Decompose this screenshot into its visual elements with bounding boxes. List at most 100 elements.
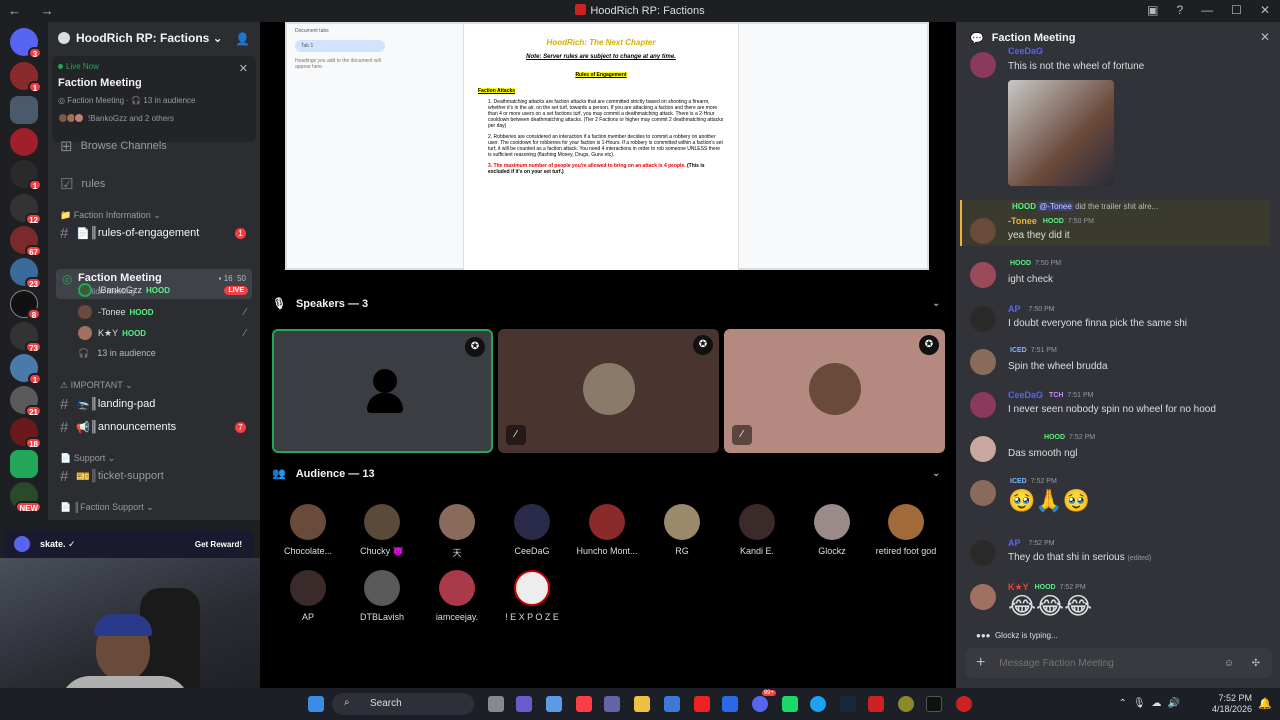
tiktok-icon[interactable]: [926, 696, 942, 712]
music-app-icon[interactable]: [576, 696, 592, 712]
speaker-tile[interactable]: ✪ ⁄: [498, 329, 719, 453]
voice-user[interactable]: -Tonee HOOD ⁄: [78, 303, 254, 321]
server-icon[interactable]: 67: [10, 226, 42, 257]
audience-member[interactable]: Kandi E.: [717, 504, 797, 556]
chevron-down-icon[interactable]: ⌄: [932, 468, 940, 479]
server-icon[interactable]: 18: [10, 418, 42, 449]
audience-member[interactable]: DTBLavish: [342, 570, 422, 622]
server-icon[interactable]: 73: [10, 322, 42, 353]
server-icon[interactable]: 12: [10, 194, 42, 225]
system-tray-icons[interactable]: ⌃🎙☁🔊: [1118, 698, 1186, 709]
category-faction-information[interactable]: 📁 Faction Information ⌄: [60, 210, 161, 221]
server-icon[interactable]: [10, 128, 38, 156]
app-icon[interactable]: [694, 696, 710, 712]
live-stage-card[interactable]: Live Now Faction Meeting ◎ Faction Meeti…: [52, 56, 256, 142]
category-faction-support[interactable]: 📄 ║Faction Support ⌄: [60, 502, 154, 513]
taskbar-clock[interactable]: 7:52 PM 4/18/2026: [1212, 693, 1252, 715]
server-icon[interactable]: 1: [10, 160, 42, 191]
server-icon[interactable]: 1: [10, 354, 42, 385]
channel-announcements[interactable]: # 📢 ║announcements 7: [56, 417, 252, 437]
category-important[interactable]: ⚠ IMPORTANT ⌄: [60, 380, 133, 391]
get-reward-button[interactable]: Get Reward!: [195, 540, 242, 549]
server-icon[interactable]: 23: [10, 258, 42, 289]
steam-icon[interactable]: [840, 696, 856, 712]
discord-icon[interactable]: 99+: [752, 690, 776, 712]
taskbar-search[interactable]: ⌕ Search: [332, 693, 474, 715]
invite-icon[interactable]: 👤: [235, 32, 250, 46]
audience-member[interactable]: CeeDaG: [492, 504, 572, 556]
help-icon[interactable]: ?: [1176, 3, 1183, 17]
pin-icon[interactable]: ✪: [919, 335, 939, 355]
promo-banner[interactable]: skate. ✓ Get Reward!: [4, 530, 254, 558]
add-attachment-icon[interactable]: +: [976, 654, 985, 672]
audience-member[interactable]: AP: [268, 570, 348, 622]
category-support[interactable]: 📄 Support ⌄: [60, 453, 115, 464]
app-icon[interactable]: [722, 696, 738, 712]
avatar: [739, 504, 775, 540]
minimize-button[interactable]: —: [1201, 3, 1213, 17]
file-explorer-icon[interactable]: [634, 696, 650, 712]
close-icon[interactable]: ✕: [239, 62, 248, 75]
speaker-tile[interactable]: ✪ ⁄: [724, 329, 945, 453]
app-icon[interactable]: [546, 696, 562, 712]
server-icon[interactable]: 21: [10, 386, 42, 417]
maximize-button[interactable]: ☐: [1231, 3, 1242, 17]
edge-icon[interactable]: [810, 696, 826, 712]
app-icon[interactable]: [898, 696, 914, 712]
close-icon[interactable]: ✕: [1260, 30, 1270, 44]
channel-ticket-support[interactable]: # 🎫 ║ticket-support: [56, 466, 252, 486]
notification-bell-icon[interactable]: 🔔: [1258, 697, 1272, 710]
voice-user[interactable]: !BankoGzz HOOD LIVE: [78, 281, 254, 299]
chat-message[interactable]: CeeDaG This is not the wheel of fortune: [970, 46, 1270, 190]
channel-rules[interactable]: ☑ rules: [56, 174, 252, 194]
server-icon[interactable]: 8: [10, 290, 41, 320]
audience-member[interactable]: RG: [642, 504, 722, 556]
emoji-icon[interactable]: ☺: [1224, 658, 1234, 669]
audience-member[interactable]: Chocolate...: [268, 504, 348, 556]
avatar: [970, 52, 996, 78]
stage-audience[interactable]: 🎧 13 in audience: [78, 344, 254, 362]
voice-user[interactable]: K★Y HOOD ⁄: [78, 324, 254, 342]
window-controls: ▣ ? — ☐ ✕: [1147, 3, 1270, 17]
audience-member[interactable]: Huncho Mont...: [567, 504, 647, 556]
store-icon[interactable]: [664, 696, 680, 712]
audience-member[interactable]: Chucky 👿: [342, 504, 422, 557]
speakers-header[interactable]: 🎙 Speakers — 3 ⌄: [272, 297, 942, 311]
server-icon[interactable]: NEW: [10, 482, 42, 513]
audience-member[interactable]: 天: [417, 504, 497, 559]
inbox-icon[interactable]: ▣: [1147, 3, 1158, 17]
message-image[interactable]: [1008, 80, 1114, 186]
chevron-down-icon[interactable]: ⌄: [932, 298, 940, 309]
message-composer[interactable]: + ☺ ✣: [966, 648, 1272, 678]
browse-channels[interactable]: ⊞ Browse Channels: [56, 136, 252, 156]
close-button[interactable]: ✕: [1260, 3, 1270, 17]
audience-header[interactable]: 👥 Audience — 13 ⌄: [272, 467, 942, 481]
app-icon[interactable]: [868, 696, 884, 712]
message-input[interactable]: [999, 657, 1200, 669]
server-icon[interactable]: [10, 96, 38, 124]
document-tab[interactable]: Tab 1: [295, 40, 385, 52]
audience-member[interactable]: Glockz: [792, 504, 872, 556]
server-header[interactable]: HoodRich RP: Factions ⌄ 👤: [48, 22, 260, 54]
home-icon[interactable]: 3: [10, 28, 42, 59]
windows-start-icon[interactable]: [308, 696, 324, 712]
speaker-tile[interactable]: ✪: [272, 329, 493, 453]
task-view-icon[interactable]: [488, 696, 504, 712]
pin-icon[interactable]: ✪: [465, 337, 485, 357]
audience-member[interactable]: iamceejay.: [417, 570, 497, 622]
server-icon[interactable]: [10, 450, 38, 478]
app-icon[interactable]: [956, 696, 972, 712]
promo-icon: [14, 536, 30, 552]
default-avatar-icon: [359, 365, 411, 417]
screen-share-document[interactable]: Document tabs Tab 1 Headings you add to …: [285, 22, 929, 270]
server-icon[interactable]: 1: [10, 62, 42, 93]
channel-rules-of-engagement[interactable]: # 📄 ║rules-of-engagement 1: [56, 223, 252, 243]
app-icon[interactable]: [782, 696, 798, 712]
pin-icon[interactable]: ✪: [693, 335, 713, 355]
teams-icon[interactable]: [604, 696, 620, 712]
audience-member[interactable]: ! E X P O Z E: [492, 570, 572, 622]
apps-icon[interactable]: ✣: [1252, 658, 1260, 669]
chat-app-icon[interactable]: [516, 696, 532, 712]
audience-member[interactable]: retired foot god: [866, 504, 946, 556]
channel-landing-pad[interactable]: # 🛬 ║landing-pad: [56, 394, 252, 414]
